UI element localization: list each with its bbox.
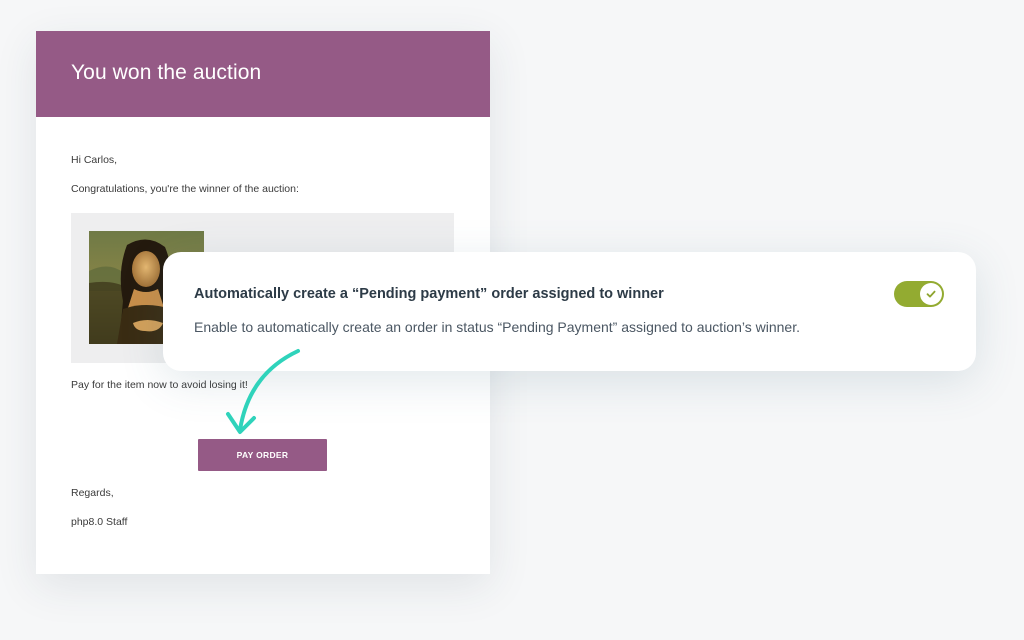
regards-text: Regards,: [71, 487, 114, 499]
feature-description: Enable to automatically create an order …: [194, 319, 800, 335]
canvas: You won the auction Hi Carlos, Congratul…: [0, 0, 1024, 640]
feature-card: Automatically create a “Pending payment”…: [163, 252, 976, 371]
pay-order-button[interactable]: PAY ORDER: [198, 439, 327, 471]
pending-payment-toggle[interactable]: [894, 281, 944, 307]
toggle-knob: [920, 283, 942, 305]
feature-title: Automatically create a “Pending payment”…: [194, 286, 664, 302]
check-icon: [926, 290, 936, 298]
email-header: You won the auction: [36, 31, 490, 117]
pay-prompt-text: Pay for the item now to avoid losing it!: [71, 379, 248, 391]
intro-text: Congratulations, you're the winner of th…: [71, 183, 299, 195]
greeting-text: Hi Carlos,: [71, 154, 118, 166]
signature-text: php8.0 Staff: [71, 516, 128, 528]
email-title: You won the auction: [71, 61, 262, 84]
